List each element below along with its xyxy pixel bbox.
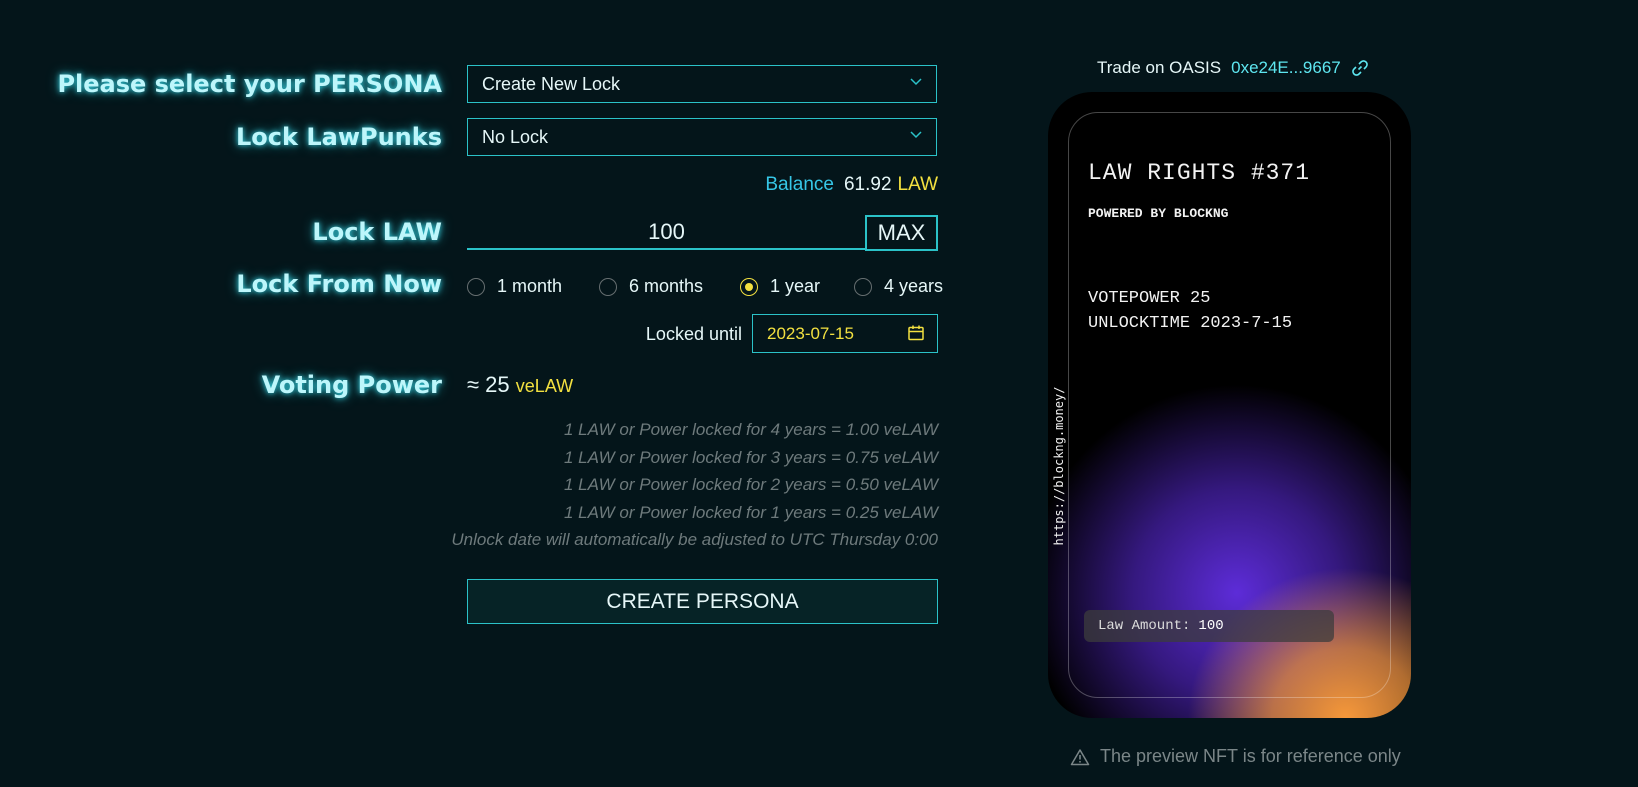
- locked-until-date-field[interactable]: 2023-07-15: [752, 314, 938, 353]
- lawpunks-select[interactable]: No Lock: [467, 118, 937, 156]
- persona-select[interactable]: Create New Lock: [467, 65, 937, 103]
- law-amount-value: 100: [1198, 618, 1224, 634]
- rate-note: 1 LAW or Power locked for 2 years = 0.50…: [563, 475, 938, 494]
- link-icon[interactable]: [1351, 59, 1369, 77]
- law-amount-label: Law Amount:: [1098, 618, 1191, 634]
- voting-power-label: Voting Power: [261, 371, 442, 399]
- trade-address-link[interactable]: 0xe24E...9667: [1231, 58, 1341, 78]
- card-law-amount: Law Amount: 100: [1084, 610, 1334, 642]
- duration-1-month[interactable]: 1 month: [467, 276, 562, 297]
- balance-label: Balance: [765, 174, 834, 195]
- chevron-down-icon: [910, 78, 922, 86]
- max-button[interactable]: MAX: [865, 215, 938, 251]
- trade-label: Trade on OASIS: [1097, 58, 1222, 77]
- balance-display: Balance 61.92 LAW: [765, 174, 938, 196]
- card-subtitle: POWERED BY BLOCKNG: [1088, 206, 1229, 221]
- locked-until-label: Locked until: [645, 324, 742, 344]
- warning-icon: [1070, 748, 1090, 765]
- calendar-icon: [908, 325, 924, 341]
- trade-on-oasis: Trade on OASIS 0xe24E...9667: [1097, 58, 1369, 78]
- duration-6-months[interactable]: 6 months: [599, 276, 703, 297]
- voting-power-display: ≈ 25 veLAW: [467, 372, 573, 398]
- preview-warning-text: The preview NFT is for reference only: [1100, 746, 1401, 766]
- duration-label: 1 month: [497, 276, 563, 296]
- lock-law-input[interactable]: 100: [467, 214, 866, 250]
- rate-note: 1 LAW or Power locked for 4 years = 1.00…: [563, 420, 938, 439]
- duration-4-years[interactable]: 4 years: [854, 276, 943, 297]
- lock-from-now-label: Lock From Now: [236, 270, 442, 298]
- duration-label: 1 year: [770, 276, 821, 296]
- balance-value: 61.92: [843, 174, 892, 195]
- rate-note: 1 LAW or Power locked for 1 years = 0.25…: [563, 503, 938, 522]
- radio-selected-icon: [740, 277, 758, 296]
- duration-label: 6 months: [629, 276, 704, 296]
- balance-unit: LAW: [897, 174, 938, 195]
- card-votepower: VOTEPOWER 25: [1088, 289, 1211, 308]
- nft-preview-card: LAW RIGHTS #371 POWERED BY BLOCKNG VOTEP…: [1048, 92, 1411, 718]
- voting-power-value: ≈ 25: [467, 372, 510, 397]
- locked-until-value: 2023-07-15: [767, 323, 854, 343]
- lawpunks-select-value: No Lock: [482, 126, 549, 147]
- card-vertical-url: https://blockng.money/: [1052, 386, 1066, 546]
- persona-select-value: Create New Lock: [482, 73, 621, 94]
- unlock-date-note: Unlock date will automatically be adjust…: [451, 530, 938, 549]
- chevron-down-icon: [910, 131, 922, 139]
- create-persona-button[interactable]: CREATE PERSONA: [467, 579, 938, 624]
- radio-icon: [854, 277, 872, 296]
- duration-1-year[interactable]: 1 year: [740, 276, 820, 297]
- radio-icon: [599, 277, 617, 296]
- voting-power-unit: veLAW: [515, 376, 574, 396]
- lock-law-label: Lock LAW: [312, 218, 442, 246]
- duration-label: 4 years: [884, 276, 944, 296]
- rate-note: 1 LAW or Power locked for 3 years = 0.75…: [563, 448, 938, 467]
- card-unlocktime: UNLOCKTIME 2023-7-15: [1088, 314, 1293, 333]
- card-title: LAW RIGHTS #371: [1088, 160, 1311, 186]
- lawpunks-label: Lock LawPunks: [236, 123, 442, 151]
- persona-label: Please select your PERSONA: [57, 70, 442, 98]
- radio-icon: [467, 277, 485, 296]
- preview-warning: The preview NFT is for reference only: [1070, 746, 1401, 767]
